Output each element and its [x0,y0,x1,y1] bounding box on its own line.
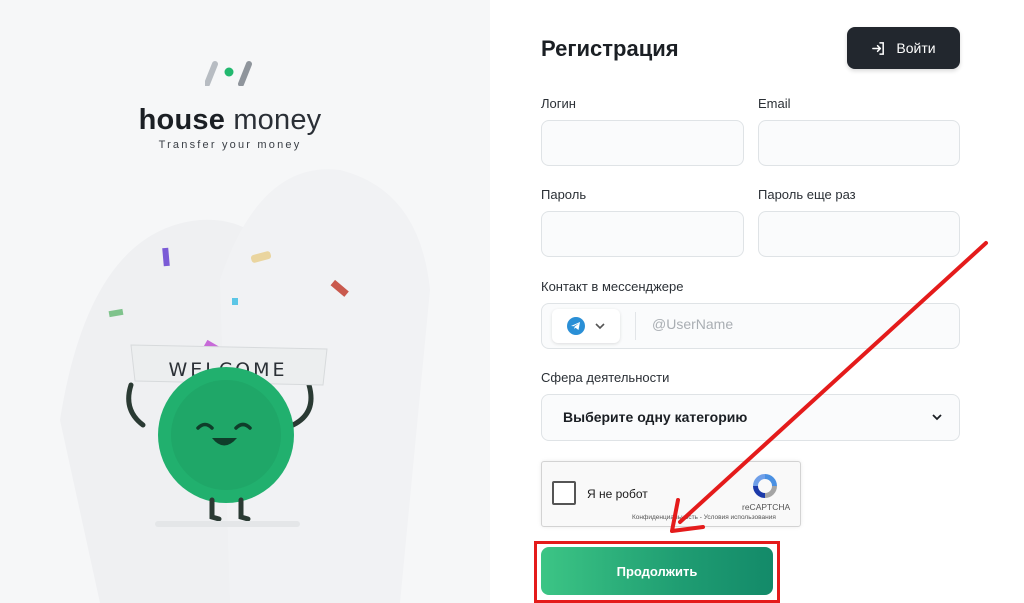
recaptcha-label: Я не робот [587,487,648,501]
email-field[interactable] [758,120,960,166]
login-button[interactable]: Войти [847,27,960,69]
recaptcha-terms-link[interactable]: Конфиденциальность - Условия использован… [632,514,776,521]
login-button-label: Войти [896,40,936,56]
welcome-mascot-illustration: WELCOME [108,247,349,527]
messenger-type-select[interactable] [552,309,620,343]
activity-select-value: Выберите одну категорию [563,409,748,425]
login-field[interactable] [541,120,744,166]
messenger-label: Контакт в мессенджере [541,279,684,294]
messenger-username-input[interactable]: @UserName [652,316,733,332]
recaptcha-checkbox[interactable] [552,481,576,505]
login-label: Логин [541,96,576,111]
brand-name-light: money [233,104,322,136]
password-label: Пароль [541,187,587,202]
email-label: Email [758,96,791,111]
brand-name: house money [0,104,460,137]
chevron-down-icon [932,414,942,421]
page-title: Регистрация [541,36,679,61]
telegram-icon [567,317,585,335]
password-field[interactable] [541,211,744,257]
recaptcha-brand: reCAPTCHA [742,502,791,512]
login-icon [872,41,885,55]
messenger-divider [635,312,636,340]
logo-icon [205,61,252,86]
continue-button[interactable]: Продолжить [541,547,773,595]
welcome-panel: house money Transfer your money WELCOME [0,0,490,603]
password-repeat-label: Пароль еще раз [758,187,856,202]
activity-label: Сфера деятельности [541,370,670,385]
brand-name-bold: house [138,104,226,136]
brand-tagline: Transfer your money [158,139,302,151]
recaptcha-logo-icon [753,474,777,498]
password-repeat-field[interactable] [758,211,960,257]
chevron-down-icon [595,322,605,329]
